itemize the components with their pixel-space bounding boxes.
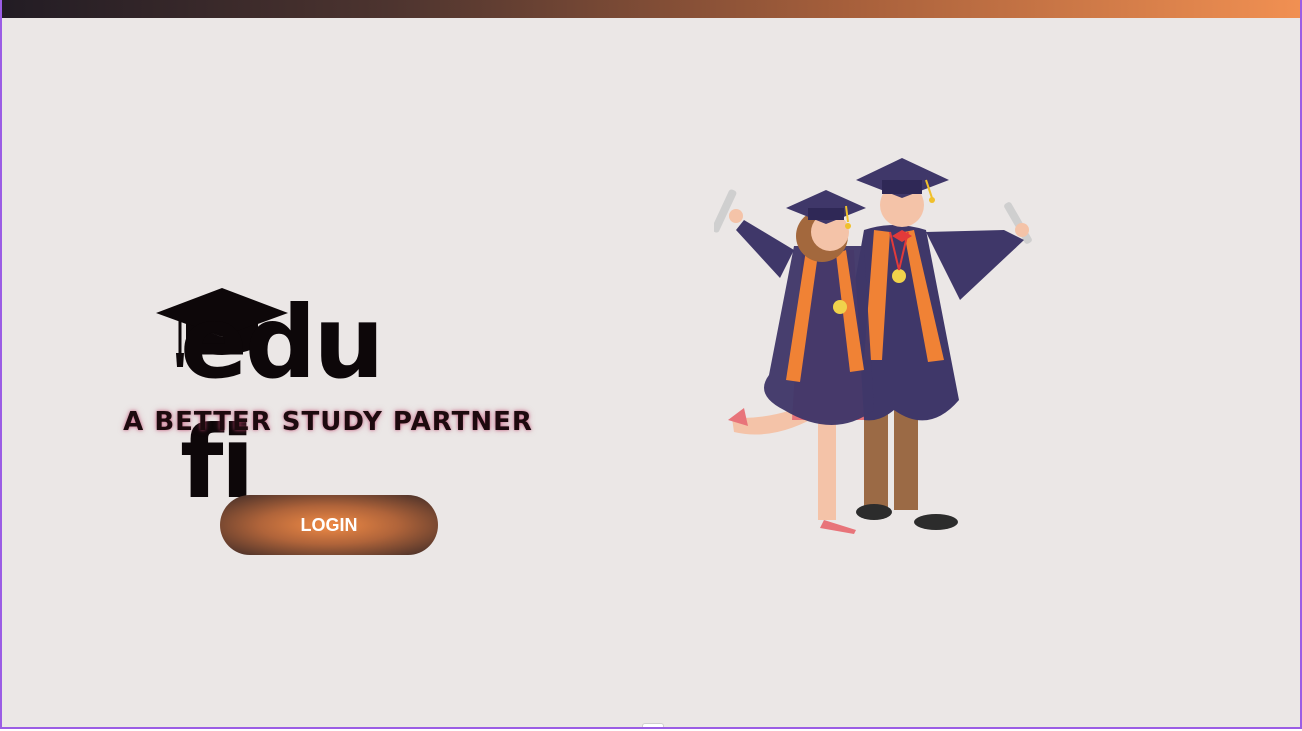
female-graduate [728, 190, 874, 534]
login-button[interactable]: LOGIN [220, 495, 438, 555]
tagline: A BETTER STUDY PARTNER [123, 407, 533, 437]
scrollbar-handle[interactable] [642, 723, 664, 727]
edufi-logo: edu fi [152, 284, 482, 521]
top-gradient-bar [2, 0, 1300, 18]
logo-wordmark: edu fi [180, 284, 385, 521]
graduates-illustration [714, 158, 1032, 534]
app-window: edu fi A BETTER STUDY PARTNER LOGIN [0, 0, 1302, 729]
